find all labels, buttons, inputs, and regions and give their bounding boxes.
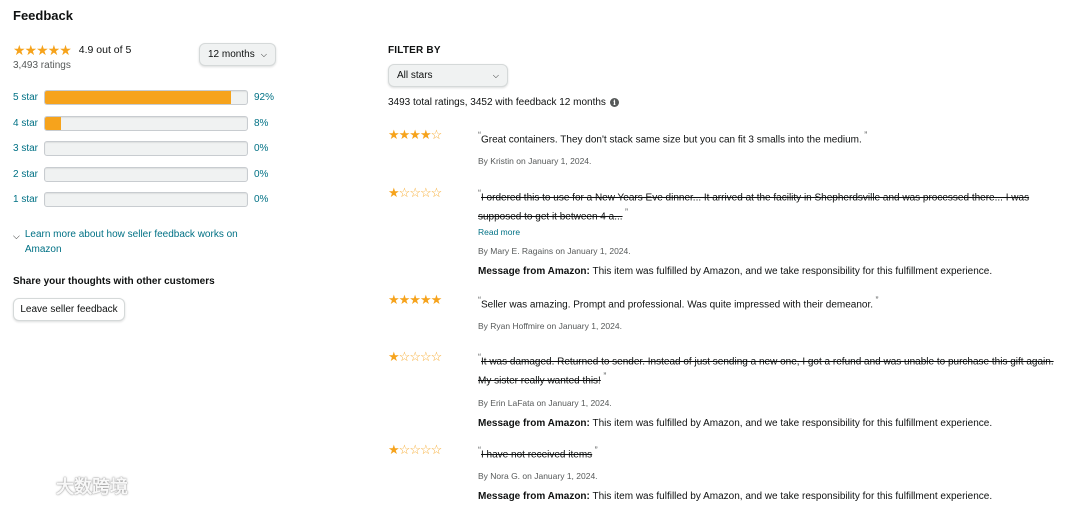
star-filter-value: All stars — [397, 70, 433, 81]
review-byline: By Erin LaFata on January 1, 2024. — [478, 397, 612, 408]
rating-stars-icon: ★★★★★ — [13, 42, 72, 58]
histogram-star-label[interactable]: 5 star — [13, 92, 44, 103]
review-byline: By Ryan Hoffmire on January 1, 2024. — [478, 321, 622, 332]
histogram-row[interactable]: 1 star 0% — [13, 192, 274, 207]
review-byline: By Kristin on January 1, 2024. — [478, 156, 592, 167]
histogram-percent[interactable]: 8% — [254, 118, 268, 129]
review-text: “I ordered this to use for a New Years E… — [478, 188, 1030, 223]
review-text-content: Seller was amazing. Prompt and professio… — [481, 299, 874, 311]
review-text: “I have not received items ” — [478, 445, 598, 461]
amazon-message-text: This item was fulfilled by Amazon, and w… — [592, 417, 993, 429]
amazon-message-text: This item was fulfilled by Amazon, and w… — [592, 265, 993, 277]
chevron-down-icon: ⌵ — [260, 49, 267, 59]
review-text: “It was damaged. Returned to sender. Ins… — [478, 352, 1054, 387]
histogram-star-label[interactable]: 1 star — [13, 194, 44, 205]
review-item: ★☆☆☆☆ “It was damaged. Returned to sender… — [388, 350, 1068, 429]
review-stars-icon: ★★★★★ — [388, 292, 442, 307]
histogram-percent[interactable]: 0% — [254, 169, 268, 180]
star-filter-dropdown[interactable]: All stars ⌵ — [388, 64, 508, 87]
histogram-percent[interactable]: 0% — [254, 143, 268, 154]
histogram-bar[interactable] — [44, 192, 248, 207]
filter-label: FILTER BY — [388, 45, 441, 56]
period-dropdown-value: 12 months — [208, 49, 255, 60]
total-ratings: 3,493 ratings — [13, 60, 71, 71]
review-byline: By Mary E. Ragains on January 1, 2024. — [478, 245, 631, 256]
page-title: Feedback — [13, 8, 73, 23]
review-text-content: Great containers. They don't stack same … — [481, 134, 862, 146]
histogram-star-label[interactable]: 2 star — [13, 169, 44, 180]
review-text-content: I ordered this to use for a New Years Ev… — [478, 192, 1030, 223]
read-more-link[interactable]: Read more — [478, 227, 1068, 237]
leave-feedback-button[interactable]: Leave seller feedback — [13, 298, 125, 321]
review-item: ★★★★★ “Seller was amazing. Prompt and pro… — [388, 293, 1068, 331]
chevron-down-icon: ⌵ — [13, 231, 20, 241]
review-item: ★★★★☆ “Great containers. They don't stack… — [388, 128, 1068, 166]
watermark-text: 大数跨境 — [56, 477, 128, 497]
review-stars-icon: ★☆☆☆☆ — [388, 185, 442, 200]
review-stars-icon: ★☆☆☆☆ — [388, 442, 442, 457]
histogram-row[interactable]: 4 star 8% — [13, 115, 274, 131]
histogram-row[interactable]: 3 star 0% — [13, 141, 274, 156]
share-heading: Share your thoughts with other customers — [13, 276, 215, 287]
info-icon[interactable]: i — [609, 98, 619, 107]
review-text-content: I have not received items — [481, 449, 593, 461]
histogram-star-label[interactable]: 3 star — [13, 143, 44, 154]
totals-label: 3493 total ratings, 3452 with feedback 1… — [388, 97, 606, 108]
amazon-message: Message from Amazon: This item was fulfi… — [478, 418, 1068, 429]
review-text: “Seller was amazing. Prompt and professi… — [478, 295, 879, 311]
review-stars-icon: ★★★★☆ — [388, 127, 442, 142]
watermark: 大数跨境 — [8, 472, 128, 500]
review-byline: By Nora G. on January 1, 2024. — [478, 471, 598, 482]
amazon-message-label: Message from Amazon: — [478, 417, 590, 429]
histogram-bar[interactable] — [44, 90, 248, 105]
rating-histogram: 5 star 92% 4 star 8% 3 star 0% 2 star 0% 1 star 0… — [13, 90, 274, 218]
learn-more-text: Learn more about how seller feedback wor… — [24, 229, 238, 255]
histogram-row[interactable]: 2 star 0% — [13, 166, 274, 182]
histogram-bar[interactable] — [44, 115, 248, 131]
watermark-logo-icon — [9, 474, 50, 499]
review-item: ★☆☆☆☆ “I ordered this to use for a New Ye… — [388, 186, 1068, 277]
histogram-bar-fill — [45, 116, 62, 130]
histogram-row[interactable]: 5 star 92% — [13, 90, 274, 105]
histogram-percent[interactable]: 0% — [254, 194, 268, 205]
review-item: ★☆☆☆☆ “I have not received items ” By Nora… — [388, 443, 1068, 502]
review-text-content: It was damaged. Returned to sender. Inst… — [478, 356, 1054, 387]
chevron-down-icon: ⌵ — [492, 70, 499, 80]
amazon-message-label: Message from Amazon: — [478, 265, 590, 277]
histogram-bar[interactable] — [44, 166, 248, 182]
learn-more-link[interactable]: ⌵ Learn more about how seller feedback w… — [13, 227, 265, 257]
period-dropdown[interactable]: 12 months ⌵ — [199, 43, 276, 66]
histogram-star-label[interactable]: 4 star — [13, 118, 44, 129]
totals-text: 3493 total ratings, 3452 with feedback 1… — [388, 97, 619, 108]
amazon-message-text: This item was fulfilled by Amazon, and w… — [592, 491, 993, 503]
review-stars-icon: ★☆☆☆☆ — [388, 349, 442, 364]
amazon-message: Message from Amazon: This item was fulfi… — [478, 266, 1068, 277]
histogram-percent[interactable]: 92% — [254, 92, 274, 103]
review-text: “Great containers. They don't stack same… — [478, 130, 868, 146]
rating-text: 4.9 out of 5 — [78, 44, 132, 56]
histogram-bar-fill — [45, 91, 231, 104]
amazon-message-label: Message from Amazon: — [478, 491, 590, 503]
amazon-message: Message from Amazon: This item was fulfi… — [478, 491, 1068, 502]
rating-summary: ★★★★★ 4.9 out of 5 3,493 ratings — [13, 42, 131, 71]
histogram-bar[interactable] — [44, 141, 248, 156]
